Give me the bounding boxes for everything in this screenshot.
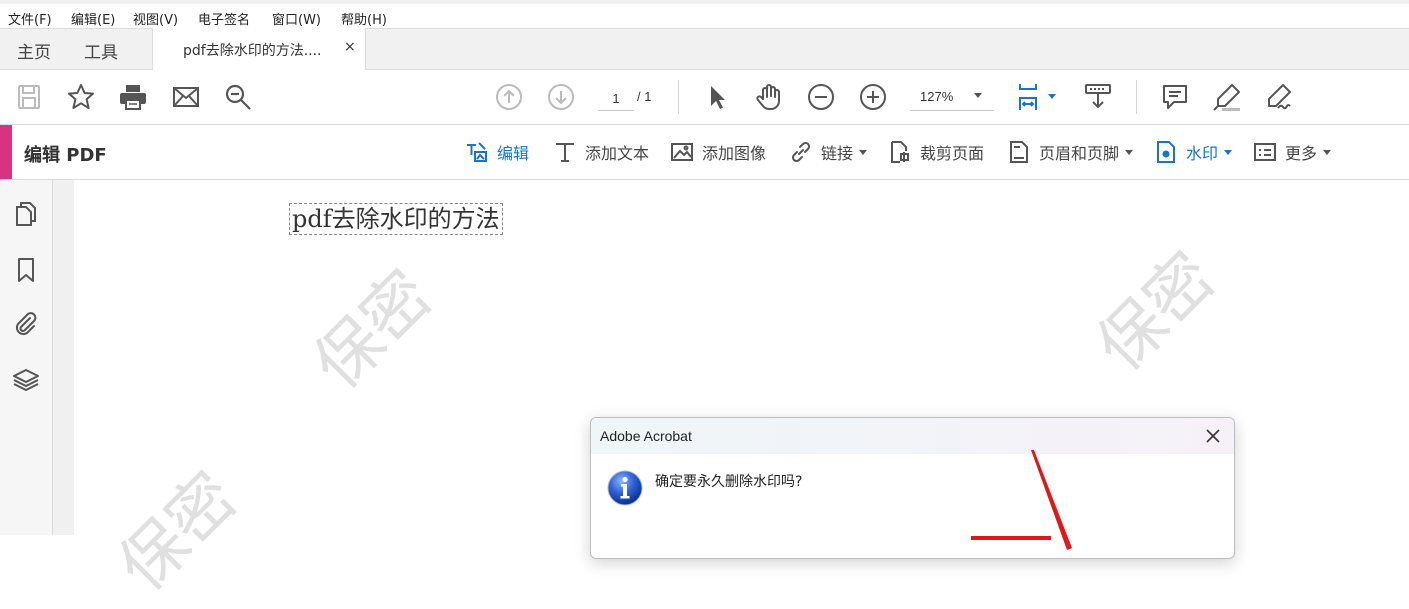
chevron-down-icon bbox=[1125, 149, 1134, 155]
chevron-down-icon bbox=[859, 149, 868, 155]
edit-pdf-title: 编辑 PDF bbox=[24, 145, 107, 166]
edit-label: 编辑 bbox=[497, 144, 530, 163]
dialog-title-bar: Adobe Acrobat bbox=[591, 418, 1234, 454]
page-number-input[interactable] bbox=[598, 86, 634, 111]
tab-close-icon[interactable]: × bbox=[344, 39, 356, 55]
header-footer-icon bbox=[1010, 141, 1028, 163]
more-label: 更多 bbox=[1285, 144, 1318, 163]
add-image-button[interactable]: 添加图像 bbox=[670, 138, 766, 166]
hand-tool-icon[interactable] bbox=[754, 82, 784, 112]
image-icon bbox=[671, 143, 693, 161]
menu-edit[interactable]: 编辑(E) bbox=[71, 9, 115, 28]
watermark-text: 保密 bbox=[298, 255, 447, 404]
menu-help[interactable]: 帮助(H) bbox=[341, 9, 387, 28]
select-cursor-icon[interactable] bbox=[702, 82, 732, 112]
save-icon[interactable] bbox=[14, 82, 44, 112]
previous-page-icon[interactable] bbox=[494, 82, 524, 112]
close-icon[interactable] bbox=[1203, 426, 1223, 446]
text-tool-icon bbox=[556, 143, 574, 162]
header-footer-button[interactable]: 页眉和页脚 bbox=[1007, 138, 1134, 166]
tab-home[interactable]: 主页 bbox=[17, 38, 51, 63]
search-zoom-icon[interactable] bbox=[223, 82, 253, 112]
link-button[interactable]: 链接 bbox=[789, 138, 868, 166]
add-image-label: 添加图像 bbox=[702, 144, 767, 163]
add-text-label: 添加文本 bbox=[585, 144, 650, 163]
zoom-in-icon[interactable] bbox=[858, 82, 888, 112]
tab-document-title: pdf去除水印的方法.... bbox=[183, 43, 322, 59]
chevron-down-icon bbox=[1224, 149, 1233, 155]
mail-icon[interactable] bbox=[171, 82, 201, 112]
star-icon[interactable] bbox=[66, 82, 96, 112]
info-icon bbox=[607, 470, 643, 506]
toolbar-divider bbox=[678, 80, 679, 114]
watermark-button[interactable]: 水印 bbox=[1154, 138, 1233, 166]
attachment-icon[interactable] bbox=[12, 310, 40, 338]
tab-bar: 主页 工具 pdf去除水印的方法.... × bbox=[0, 28, 1409, 71]
dialog-title: Adobe Acrobat bbox=[600, 428, 692, 444]
dialog-message: 确定要永久删除水印吗? bbox=[655, 474, 803, 490]
layers-icon[interactable] bbox=[12, 366, 40, 394]
bookmark-icon[interactable] bbox=[12, 256, 40, 284]
highlighter-icon[interactable] bbox=[1212, 82, 1242, 112]
toolbar-divider bbox=[1136, 80, 1137, 114]
tab-document[interactable]: pdf去除水印的方法.... × bbox=[152, 28, 366, 71]
watermark-text: 保密 bbox=[103, 457, 252, 606]
edit-text-image-icon bbox=[467, 142, 487, 162]
more-button[interactable]: 更多 bbox=[1253, 138, 1332, 166]
link-icon bbox=[791, 141, 811, 163]
zoom-level-dropdown[interactable]: 127% bbox=[910, 86, 994, 111]
crop-icon bbox=[891, 141, 909, 163]
document-gutter bbox=[53, 180, 74, 535]
scroll-mode-icon[interactable] bbox=[1083, 82, 1113, 112]
sign-pen-icon[interactable] bbox=[1264, 82, 1294, 112]
main-toolbar: / 1 127% bbox=[0, 70, 1409, 125]
more-list-icon bbox=[1254, 143, 1276, 161]
crop-pages-label: 裁剪页面 bbox=[920, 144, 985, 163]
menu-window[interactable]: 窗口(W) bbox=[272, 9, 321, 28]
add-text-button[interactable]: 添加文本 bbox=[553, 138, 649, 166]
confirm-dialog: Adobe Acrobat 确定要永久删除水印吗? bbox=[590, 417, 1235, 559]
zoom-out-icon[interactable] bbox=[806, 82, 836, 112]
link-label: 链接 bbox=[821, 144, 854, 163]
printer-icon[interactable] bbox=[118, 82, 148, 112]
menu-bar: 文件(F) 编辑(E) 视图(V) 电子签名 窗口(W) 帮助(H) bbox=[0, 0, 1409, 28]
chevron-down-icon bbox=[1323, 149, 1332, 155]
watermark-icon bbox=[1157, 141, 1175, 163]
menu-file[interactable]: 文件(F) bbox=[8, 9, 52, 28]
side-panel bbox=[0, 180, 53, 535]
menu-esign[interactable]: 电子签名 bbox=[198, 9, 250, 28]
page-thumbnails-icon[interactable] bbox=[12, 200, 40, 228]
edit-button[interactable]: 编辑 bbox=[465, 138, 529, 166]
crop-pages-button[interactable]: 裁剪页面 bbox=[888, 138, 984, 166]
header-footer-label: 页眉和页脚 bbox=[1039, 144, 1120, 163]
annotation-arrow bbox=[971, 450, 1072, 550]
watermark-text: 保密 bbox=[1081, 237, 1230, 386]
menu-view[interactable]: 视图(V) bbox=[133, 9, 178, 28]
chevron-down-icon bbox=[974, 93, 982, 98]
document-text-box[interactable]: pdf去除水印的方法 bbox=[289, 203, 503, 235]
comment-icon[interactable] bbox=[1160, 82, 1190, 112]
fit-page-icon[interactable] bbox=[1016, 82, 1060, 112]
tab-tools[interactable]: 工具 bbox=[84, 38, 118, 63]
page-total: / 1 bbox=[637, 89, 652, 104]
edit-accent-bar bbox=[0, 125, 12, 179]
watermark-label: 水印 bbox=[1186, 144, 1219, 163]
edit-pdf-bar: 编辑 PDF 编辑 添加文本 添加图像 链接 裁剪页面 页眉和页脚 水印 更多 bbox=[0, 125, 1409, 180]
next-page-icon[interactable] bbox=[546, 82, 576, 112]
zoom-level-value: 127% bbox=[920, 89, 954, 104]
